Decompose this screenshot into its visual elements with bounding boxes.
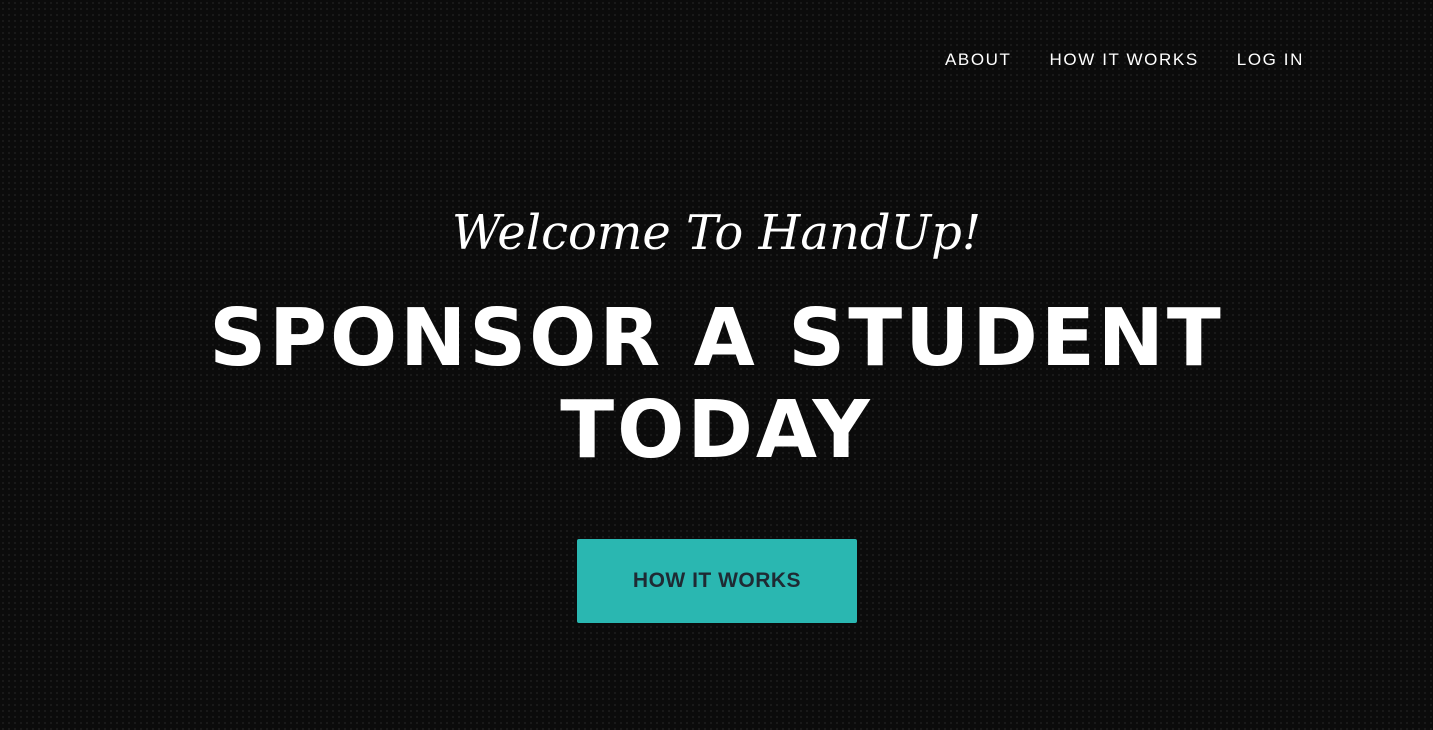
hero-headline-line2: TODAY xyxy=(560,384,873,476)
landing-page: ABOUT HOW IT WORKS LOG IN Welcome To Han… xyxy=(0,0,1433,730)
nav-link-about[interactable]: ABOUT xyxy=(945,48,1012,72)
how-it-works-button[interactable]: HOW IT WORKS xyxy=(577,539,857,623)
nav-link-log-in[interactable]: LOG IN xyxy=(1237,48,1304,72)
top-navigation: ABOUT HOW IT WORKS LOG IN xyxy=(945,48,1304,72)
hero-headline: SPONSOR A STUDENT TODAY xyxy=(0,292,1433,476)
welcome-tagline: Welcome To HandUp! xyxy=(451,205,982,261)
nav-link-how-it-works[interactable]: HOW IT WORKS xyxy=(1050,48,1199,72)
hero-headline-line1: SPONSOR A STUDENT xyxy=(209,292,1224,384)
